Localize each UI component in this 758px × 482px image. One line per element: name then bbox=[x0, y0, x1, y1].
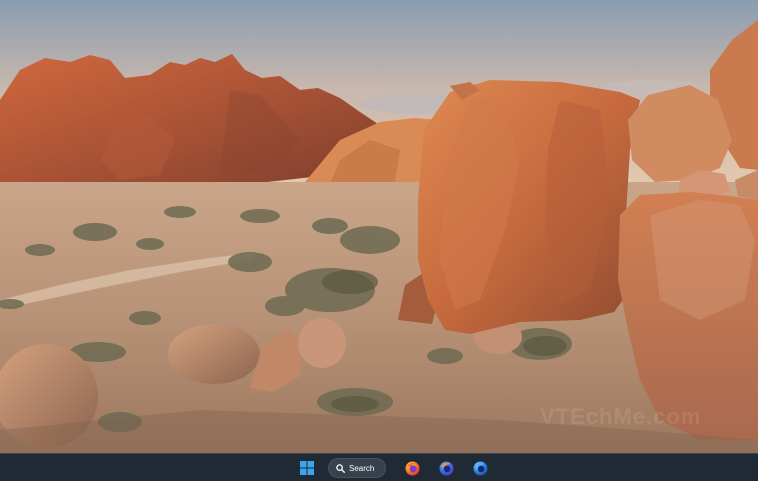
firefox-developer-icon bbox=[438, 460, 454, 476]
search-label: Search bbox=[349, 463, 375, 473]
taskbar-app-firefox-nightly[interactable] bbox=[470, 458, 490, 478]
start-button[interactable] bbox=[296, 457, 318, 479]
wallpaper-image bbox=[0, 0, 758, 453]
search-box[interactable]: Search bbox=[328, 458, 386, 478]
taskbar: Search bbox=[0, 453, 758, 481]
search-icon bbox=[336, 463, 345, 473]
desktop-wallpaper: VTEchMe.com bbox=[0, 0, 758, 453]
taskbar-center-group: Search bbox=[296, 454, 490, 482]
taskbar-app-firefox-developer[interactable] bbox=[436, 458, 456, 478]
windows-logo-icon bbox=[300, 461, 314, 475]
firefox-nightly-icon bbox=[472, 460, 488, 476]
taskbar-app-firefox[interactable] bbox=[402, 458, 422, 478]
firefox-icon bbox=[404, 460, 420, 476]
watermark-text: VTEchMe.com bbox=[540, 404, 702, 429]
